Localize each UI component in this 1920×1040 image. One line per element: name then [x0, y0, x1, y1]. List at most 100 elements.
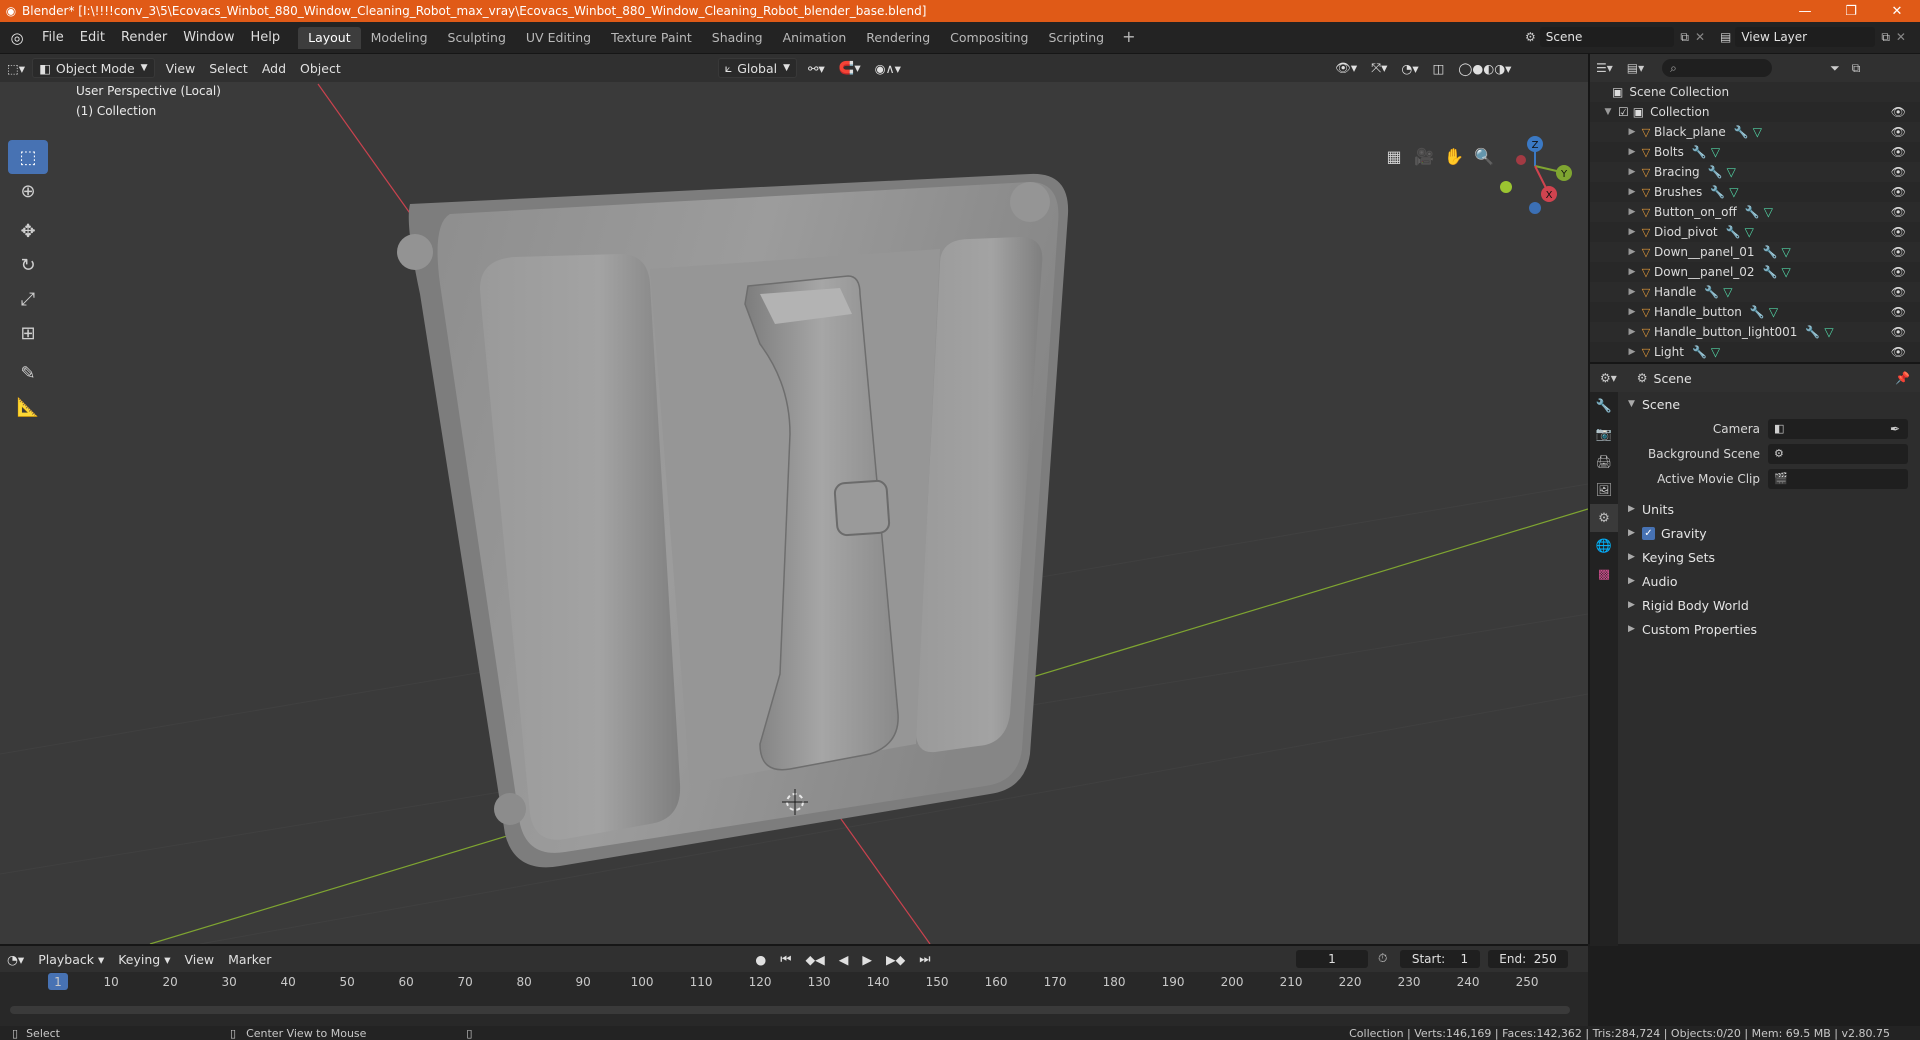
mesh-data-icon[interactable]: ▽: [1723, 285, 1732, 299]
outliner-object-row[interactable]: ▶ ▽ Handle_button_light001 🔧 ▽ 👁: [1590, 322, 1920, 342]
rotate-tool-icon[interactable]: ↻: [8, 248, 48, 282]
timeline-editor-icon[interactable]: ◔▾: [0, 952, 31, 967]
outliner-editor-icon[interactable]: ☰▾: [1596, 61, 1613, 75]
mesh-data-icon[interactable]: ▽: [1753, 125, 1762, 139]
outliner-object-row[interactable]: ▶ ▽ Light 🔧 ▽ 👁: [1590, 342, 1920, 362]
gravity-panel-header[interactable]: ▶ ✓ Gravity: [1618, 521, 1920, 545]
menu-render[interactable]: Render: [113, 30, 175, 45]
gravity-checkbox[interactable]: ✓: [1642, 526, 1655, 540]
move-tool-icon[interactable]: ✥: [8, 214, 48, 248]
audio-panel-header[interactable]: ▶ Audio: [1618, 569, 1920, 593]
overlays-icon[interactable]: ◔▾: [1394, 61, 1425, 76]
properties-editor-icon[interactable]: ⚙▾: [1600, 371, 1617, 385]
eye-icon[interactable]: 👁: [1891, 205, 1906, 219]
delete-scene-icon[interactable]: ✕: [1695, 30, 1705, 44]
3d-viewport[interactable]: Z Y X User Perspective (Local) (1) Colle…: [0, 54, 1588, 944]
mesh-data-icon[interactable]: ▽: [1711, 345, 1720, 359]
mesh-data-icon[interactable]: ▽: [1782, 245, 1791, 259]
modifier-icon[interactable]: 🔧: [1692, 345, 1707, 359]
toggle-grid-view-icon[interactable]: ▦: [1380, 142, 1408, 170]
expand-arrow-icon[interactable]: ▶: [1626, 287, 1638, 297]
outliner-row-collection[interactable]: ▼ ☑ ▣ Collection 👁: [1590, 102, 1920, 122]
expand-arrow-icon[interactable]: ▶: [1626, 167, 1638, 177]
view-layer-field[interactable]: View Layer: [1735, 27, 1876, 47]
eye-icon[interactable]: 👁: [1891, 125, 1906, 139]
modifier-icon[interactable]: 🔧: [1745, 205, 1760, 219]
expand-arrow-icon[interactable]: ▼: [1602, 107, 1614, 117]
mode-selector[interactable]: ◧ Object Mode ▼: [32, 58, 155, 78]
eyedropper-icon[interactable]: ✒: [1890, 422, 1900, 436]
outliner-object-row[interactable]: ▶ ▽ Black_plane 🔧 ▽ 👁: [1590, 122, 1920, 142]
snap-icon[interactable]: 🧲▾: [832, 60, 868, 76]
mesh-data-icon[interactable]: ▽: [1745, 225, 1754, 239]
outliner-object-row[interactable]: ▶ ▽ Diod_pivot 🔧 ▽ 👁: [1590, 222, 1920, 242]
eye-icon[interactable]: 👁: [1891, 305, 1906, 319]
tab-modeling[interactable]: Modeling: [361, 27, 438, 49]
checkbox-icon[interactable]: ☑: [1618, 105, 1629, 119]
texture-tab-icon[interactable]: ▩: [1590, 560, 1618, 588]
mesh-data-icon[interactable]: ▽: [1824, 325, 1833, 339]
menu-select[interactable]: Select: [202, 61, 255, 76]
tab-uv-editing[interactable]: UV Editing: [516, 27, 601, 49]
outliner-row-scene-collection[interactable]: ▣ Scene Collection: [1590, 82, 1920, 102]
keying-sets-panel-header[interactable]: ▶ Keying Sets: [1618, 545, 1920, 569]
outliner-object-row[interactable]: ▶ ▽ Handle 🔧 ▽ 👁: [1590, 282, 1920, 302]
scale-tool-icon[interactable]: ⤢: [8, 282, 48, 316]
tab-layout[interactable]: Layout: [298, 26, 361, 49]
measure-tool-icon[interactable]: 📐: [8, 390, 48, 424]
expand-arrow-icon[interactable]: ▶: [1626, 187, 1638, 197]
world-tab-icon[interactable]: 🌐: [1590, 532, 1618, 560]
output-tab-icon[interactable]: 🖨: [1590, 448, 1618, 476]
menu-help[interactable]: Help: [243, 30, 289, 45]
eye-icon[interactable]: 👁: [1891, 185, 1906, 199]
eye-icon[interactable]: 👁: [1891, 245, 1906, 259]
eye-icon[interactable]: 👁: [1891, 325, 1906, 339]
frame-ruler[interactable]: 1 10 20 30 40 50 60 70 80 90 100 110 120 130 140 150 160…: [0, 972, 1588, 992]
expand-arrow-icon[interactable]: ▶: [1626, 267, 1638, 277]
modifier-icon[interactable]: 🔧: [1763, 245, 1778, 259]
new-view-layer-icon[interactable]: ⧉: [1881, 30, 1890, 45]
menu-window[interactable]: Window: [175, 30, 242, 45]
proportional-edit-icon[interactable]: ◉∧▾: [868, 61, 908, 76]
blender-menu-icon[interactable]: ◎: [0, 29, 34, 47]
menu-playback[interactable]: Playback ▾: [31, 952, 111, 967]
outliner-search-input[interactable]: ⌕: [1662, 59, 1773, 77]
play-reverse-icon[interactable]: ◀: [832, 952, 856, 967]
transform-orientation-selector[interactable]: ⟀ Global ▼: [717, 58, 798, 78]
tab-animation[interactable]: Animation: [773, 27, 857, 49]
tab-sculpting[interactable]: Sculpting: [438, 27, 516, 49]
mesh-data-icon[interactable]: ▽: [1764, 205, 1773, 219]
filter-icon[interactable]: ⏷: [1830, 61, 1840, 76]
prev-keyframe-icon[interactable]: ◆◀: [799, 952, 832, 967]
expand-arrow-icon[interactable]: ▶: [1626, 207, 1638, 217]
annotate-tool-icon[interactable]: ✎: [8, 356, 48, 390]
scene-tab-icon[interactable]: ⚙: [1590, 504, 1618, 532]
scene-panel-header[interactable]: ▼ Scene: [1618, 392, 1920, 416]
modifier-icon[interactable]: 🔧: [1692, 145, 1707, 159]
stopwatch-icon[interactable]: ⏱: [1378, 951, 1387, 966]
modifier-icon[interactable]: 🔧: [1734, 125, 1749, 139]
modifier-icon[interactable]: 🔧: [1726, 225, 1741, 239]
mesh-data-icon[interactable]: ▽: [1729, 185, 1738, 199]
close-button[interactable]: ✕: [1874, 0, 1920, 22]
navigation-gizmo[interactable]: Z Y X: [1500, 136, 1572, 214]
menu-file[interactable]: File: [34, 30, 72, 45]
view-layer-selector[interactable]: ▤ View Layer ⧉ ✕: [1720, 26, 1915, 48]
tab-shading[interactable]: Shading: [702, 27, 773, 49]
menu-marker[interactable]: Marker: [221, 952, 278, 967]
eye-icon[interactable]: 👁: [1891, 165, 1906, 179]
outliner-object-row[interactable]: ▶ ▽ Brushes 🔧 ▽ 👁: [1590, 182, 1920, 202]
menu-object[interactable]: Object: [293, 61, 348, 76]
outliner-object-row[interactable]: ▶ ▽ Button_on_off 🔧 ▽ 👁: [1590, 202, 1920, 222]
outliner-object-row[interactable]: ▶ ▽ Down__panel_02 🔧 ▽ 👁: [1590, 262, 1920, 282]
new-scene-icon[interactable]: ⧉: [1680, 30, 1689, 45]
outliner-object-row[interactable]: ▶ ▽ Handle_button 🔧 ▽ 👁: [1590, 302, 1920, 322]
expand-arrow-icon[interactable]: ▶: [1626, 247, 1638, 257]
eye-icon[interactable]: 👁: [1891, 105, 1906, 119]
menu-timeline-view[interactable]: View: [177, 952, 221, 967]
eye-icon[interactable]: 👁: [1891, 145, 1906, 159]
tab-texture-paint[interactable]: Texture Paint: [601, 27, 702, 49]
delete-view-layer-icon[interactable]: ✕: [1896, 30, 1906, 44]
pivot-point-icon[interactable]: ⚯▾: [801, 61, 832, 76]
expand-arrow-icon[interactable]: ▶: [1626, 347, 1638, 357]
